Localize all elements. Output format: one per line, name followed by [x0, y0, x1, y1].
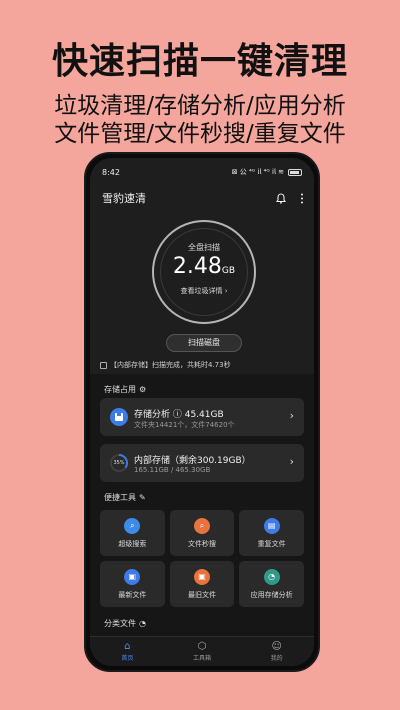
nav-label: 工具箱 — [193, 655, 212, 662]
junk-size-unit: GB — [221, 266, 236, 276]
bell-icon[interactable] — [276, 192, 286, 204]
home-icon: ⌂ — [124, 641, 131, 652]
nav-home[interactable]: ⌂ 首页 — [90, 637, 165, 666]
nav-toolbox[interactable]: ⬡ 工具箱 — [165, 637, 240, 666]
file-search-icon: ⌕ — [193, 518, 210, 534]
storage-analysis-subtitle: 文件夹14421个，文件74620个 — [134, 421, 235, 429]
tools-grid: ⌕ 超级搜索 ⌕ 文件秒搜 ▤ 重复文件 ▣ 最新文件 ▣ 最旧文件 ◔ 应用存… — [100, 510, 304, 607]
tool-label: 应用存储分析 — [250, 591, 293, 599]
settings-gear-icon[interactable]: ⚙ — [139, 385, 146, 394]
tool-recent-files[interactable]: ▣ 最新文件 — [100, 561, 165, 607]
tools-section-label: 便捷工具 — [104, 493, 136, 502]
status-bar: 8:42 ⊠ 公 ⁴ᴳ 𝗂𝗅 ⁴ᴳ 𝗂𝗅 ≋ — [102, 166, 302, 178]
status-time: 8:42 — [102, 167, 120, 177]
app-screen: 8:42 ⊠ 公 ⁴ᴳ 𝗂𝗅 ⁴ᴳ 𝗂𝗅 ≋ 雪豹速清 全盘扫描 2.48GB … — [90, 158, 314, 666]
scan-disk-button[interactable]: 扫描磁盘 — [166, 334, 242, 352]
old-file-icon: ▣ — [193, 569, 210, 585]
junk-size-number: 2.48 — [172, 254, 222, 279]
tools-section-title: 便捷工具 ✎ — [104, 492, 146, 503]
scan-status-label: 【内部存储】扫描完成，共耗时4.73秒 — [110, 361, 231, 369]
profile-icon: ☺ — [271, 641, 282, 652]
storage-section-label: 存储占用 — [104, 385, 136, 394]
nav-profile[interactable]: ☺ 我的 — [239, 637, 314, 666]
app-title: 雪豹速清 — [102, 192, 146, 205]
tool-file-quick-search[interactable]: ⌕ 文件秒搜 — [169, 510, 235, 556]
storage-usage-percent: 35% — [112, 456, 126, 470]
tool-label: 最旧文件 — [187, 591, 216, 599]
signal-wifi-icon: ⊠ 公 ⁴ᴳ 𝗂𝗅 ⁴ᴳ 𝗂𝗅 ≋ — [231, 168, 284, 176]
app-bar-actions — [276, 192, 304, 204]
more-menu-icon[interactable] — [300, 193, 304, 204]
tool-label: 文件秒搜 — [187, 540, 216, 548]
edit-pencil-icon[interactable]: ✎ — [139, 493, 146, 502]
tool-duplicate-files[interactable]: ▤ 重复文件 — [239, 510, 304, 556]
nav-label: 我的 — [270, 655, 283, 662]
tool-label: 重复文件 — [257, 540, 286, 548]
tool-app-storage-analysis[interactable]: ◔ 应用存储分析 — [239, 561, 304, 607]
toolbox-icon: ⬡ — [197, 641, 207, 652]
chevron-right-icon: › — [289, 455, 294, 468]
storage-analysis-card[interactable]: 存储分析 ⓘ 45.41GB 文件夹14421个，文件74620个 › — [100, 398, 304, 436]
promo-feature-line-2: 文件管理/文件秒搜/重复文件 — [54, 121, 346, 147]
internal-storage-card[interactable]: 35% 内部存储（剩余300.19GB） 165.11GB / 465.30GB… — [100, 444, 304, 482]
recent-file-icon: ▣ — [124, 569, 141, 585]
category-section-label: 分类文件 — [104, 619, 136, 628]
tool-super-search[interactable]: ⌕ 超级搜索 — [100, 510, 165, 556]
chevron-right-icon: › — [289, 409, 294, 422]
view-junk-details-link[interactable]: 查看垃圾详情 › — [154, 286, 254, 296]
storage-small-icon — [100, 361, 107, 369]
storage-usage-ring-icon: 35% — [110, 454, 128, 472]
storage-section-title: 存储占用 ⚙ — [104, 384, 146, 395]
scan-ring-label: 全盘扫描 — [188, 243, 220, 252]
app-storage-icon: ◔ — [263, 569, 280, 585]
nav-label: 首页 — [121, 655, 134, 662]
battery-icon — [288, 168, 302, 176]
tool-label: 最新文件 — [118, 591, 147, 599]
phone-frame: 8:42 ⊠ 公 ⁴ᴳ 𝗂𝗅 ⁴ᴳ 𝗂𝗅 ≋ 雪豹速清 全盘扫描 2.48GB … — [84, 152, 320, 672]
storage-analysis-title: 存储分析 ⓘ 45.41GB — [134, 410, 224, 420]
search-icon: ⌕ — [124, 518, 141, 534]
internal-storage-subtitle: 165.11GB / 465.30GB — [134, 466, 211, 474]
junk-size-value: 2.48GB — [154, 254, 254, 279]
full-scan-ring[interactable]: 全盘扫描 2.48GB 查看垃圾详情 › — [152, 220, 256, 324]
storage-analysis-icon — [110, 408, 128, 426]
duplicate-file-icon: ▤ — [263, 518, 280, 534]
internal-storage-title: 内部存储（剩余300.19GB） — [134, 456, 251, 466]
tool-label: 超级搜索 — [118, 540, 147, 548]
status-indicators: ⊠ 公 ⁴ᴳ 𝗂𝗅 ⁴ᴳ 𝗂𝗅 ≋ — [232, 167, 302, 177]
pie-chart-icon[interactable]: ◔ — [139, 619, 146, 628]
app-bar: 雪豹速清 — [102, 190, 304, 206]
tool-oldest-files[interactable]: ▣ 最旧文件 — [169, 561, 235, 607]
scan-status-text: 【内部存储】扫描完成，共耗时4.73秒 — [100, 360, 231, 370]
promo-headline: 快速扫描一键清理 — [51, 41, 348, 82]
bottom-navigation: ⌂ 首页 ⬡ 工具箱 ☺ 我的 — [90, 636, 314, 666]
category-section-title: 分类文件 ◔ — [104, 618, 146, 629]
